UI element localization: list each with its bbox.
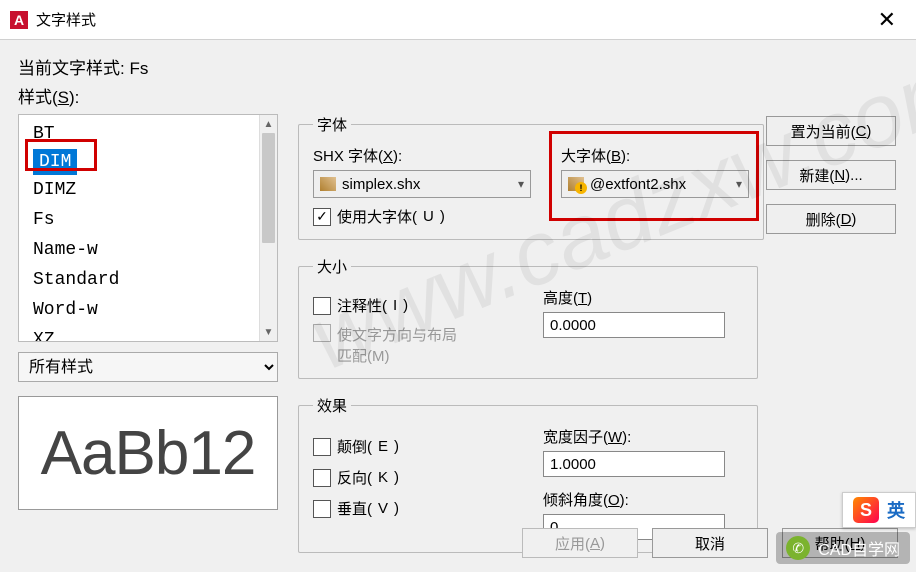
scrollbar[interactable]: ▲ ▼ [259,115,277,341]
set-current-button[interactable]: 置为当前(C) [766,116,896,146]
font-warning-icon [568,177,584,191]
left-column: BT DIM DIMZ Fs Name-w Standard Word-w XZ… [18,114,278,569]
shx-font-label: SHX 字体(X): [313,145,531,166]
bigfont-label: 大字体(B): [561,145,749,166]
size-group: 大小 注释性(I) 使文字方向与布局 匹配(M) [298,256,758,379]
checkbox-icon [313,297,331,315]
effects-legend: 效果 [313,395,351,416]
wechat-attribution: ✆ CAD自学网 [776,532,910,564]
cancel-button[interactable]: 取消 [652,528,768,558]
checkbox-icon [313,438,331,456]
list-item[interactable]: Standard [19,265,259,295]
backwards-checkbox[interactable]: 反向(K) [313,467,513,488]
vertical-checkbox[interactable]: 垂直(V) [313,498,513,519]
apply-button[interactable]: 应用(A) [522,528,638,558]
size-legend: 大小 [313,256,351,277]
list-item[interactable]: Name-w [19,235,259,265]
checkbox-icon [313,208,331,226]
checkbox-icon [313,469,331,487]
chevron-down-icon: ▾ [736,177,742,191]
sogou-icon: S [853,497,879,523]
delete-button[interactable]: 删除(D) [766,204,896,234]
oblique-angle-label: 倾斜角度(O): [543,489,743,510]
current-style-label: 当前文字样式: Fs [18,54,898,79]
checkbox-icon [313,500,331,518]
ime-badge[interactable]: S 英 [842,492,916,528]
wechat-icon: ✆ [786,536,810,560]
new-button[interactable]: 新建(N)... [766,160,896,190]
font-icon [320,177,336,191]
shx-font-combo[interactable]: simplex.shx ▾ [313,170,531,198]
side-button-column: 置为当前(C) 新建(N)... 删除(D) [766,116,896,234]
checkbox-icon [313,324,331,342]
annotative-checkbox[interactable]: 注释性(I) [313,295,513,316]
style-listbox[interactable]: BT DIM DIMZ Fs Name-w Standard Word-w XZ… [18,114,278,342]
chevron-down-icon: ▾ [518,177,524,191]
window-title: 文字样式 [36,9,96,30]
ime-language-label: 英 [887,497,905,523]
use-bigfont-checkbox[interactable]: 使用大字体(U) [313,206,531,227]
width-factor-label: 宽度因子(W): [543,426,743,447]
close-icon[interactable]: ✕ [868,5,906,35]
height-label: 高度(T) [543,287,743,308]
list-item[interactable]: XZ [19,325,259,342]
list-item[interactable]: DIMZ [19,175,259,205]
right-column: 置为当前(C) 新建(N)... 删除(D) 字体 SHX 字体(X): [298,114,898,569]
list-item[interactable]: Word-w [19,295,259,325]
styles-label: 样式(S): [18,83,898,108]
upside-down-checkbox[interactable]: 颠倒(E) [313,436,513,457]
width-factor-input[interactable] [543,451,725,477]
list-item[interactable]: BT [19,119,259,149]
list-item[interactable]: DIM [33,149,77,175]
font-group: 字体 SHX 字体(X): simplex.shx ▾ 使 [298,114,764,240]
style-filter-select[interactable]: 所有样式 [18,352,278,382]
dialog-body: 当前文字样式: Fs 样式(S): BT DIM DIMZ Fs Name-w … [0,40,916,570]
scroll-thumb[interactable] [262,133,275,243]
bigfont-combo[interactable]: @extfont2.shx ▾ [561,170,749,198]
preview-box: AaBb12 [18,396,278,510]
height-input[interactable] [543,312,725,338]
scroll-down-icon[interactable]: ▼ [260,323,277,341]
font-legend: 字体 [313,114,351,135]
app-icon: A [10,11,28,29]
match-orientation-checkbox: 使文字方向与布局 匹配(M) [313,324,513,366]
scroll-up-icon[interactable]: ▲ [260,115,277,133]
titlebar: A 文字样式 ✕ [0,0,916,40]
list-item[interactable]: Fs [19,205,259,235]
